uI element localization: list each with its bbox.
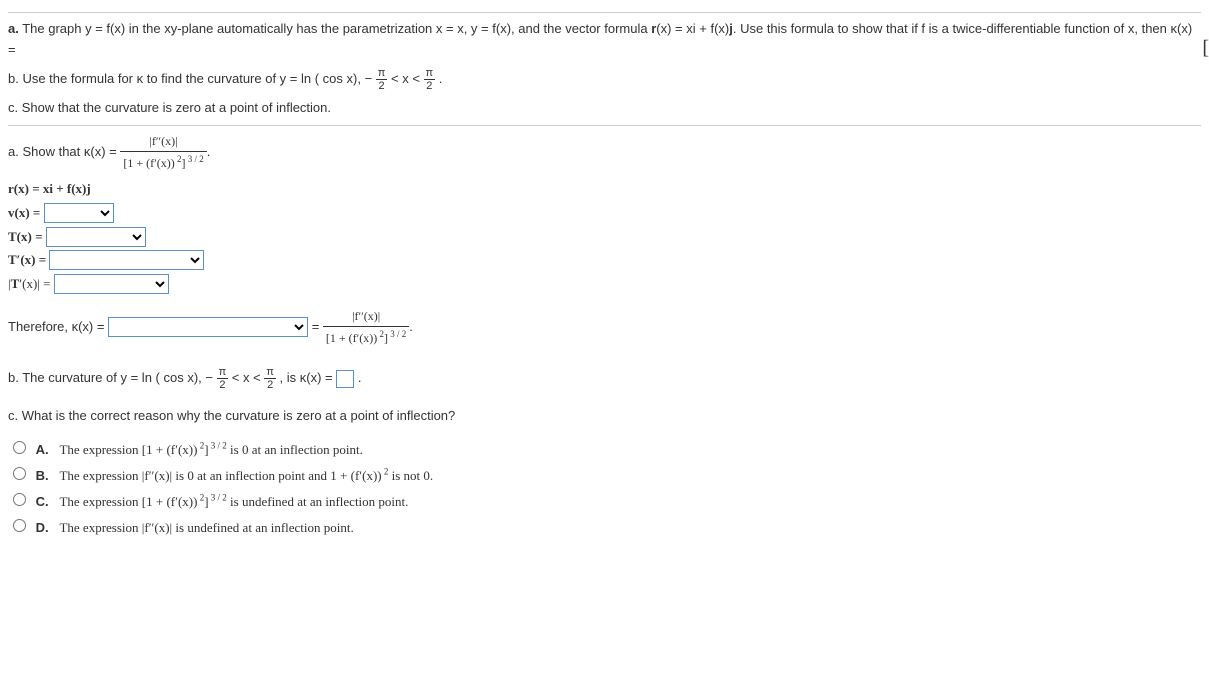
answer-box-b[interactable] (336, 370, 354, 388)
opt-d-text: The expression |f′′(x)| is undefined at … (59, 520, 353, 535)
opt-a-label: A. (36, 442, 49, 457)
intro-b-pre: b. Use the formula for κ to find the cur… (8, 71, 376, 86)
radio-a[interactable] (13, 441, 26, 454)
label-a: a. (8, 21, 19, 36)
frac-pi-2-3: π2 (217, 366, 229, 391)
therefore-line: Therefore, κ(x) = = |f′′(x)| [1 + (f′(x)… (8, 307, 1201, 348)
line-Tprime: T′(x) = (8, 250, 1201, 271)
intro-b-post: . (439, 71, 443, 86)
opt-b-text: The expression |f′′(x)| is 0 at an infle… (59, 468, 433, 483)
option-d-row: D. The expression |f′′(x)| is undefined … (8, 516, 1201, 539)
frac-pi-2-1: π2 (376, 67, 388, 92)
part-b-pre: b. The curvature of y = ln ( cos x), − (8, 370, 217, 385)
radio-b[interactable] (13, 467, 26, 480)
period2: . (409, 319, 413, 334)
option-b-row: B. The expression |f′′(x)| is 0 at an in… (8, 464, 1201, 487)
part-b-end: . (358, 370, 362, 385)
period: . (207, 144, 211, 159)
dropdown-T[interactable] (46, 227, 146, 247)
therefore-text: Therefore, κ(x) = (8, 319, 108, 334)
intro-a: a. The graph y = f(x) in the xy-plane au… (8, 19, 1201, 61)
line-T: T(x) = (8, 227, 1201, 248)
equals: = (312, 319, 323, 334)
option-c-row: C. The expression [1 + (f′(x)) 2] 3 / 2 … (8, 490, 1201, 513)
cutoff-bracket: [ (1202, 32, 1209, 64)
kappa-formula-2: |f′′(x)| [1 + (f′(x)) 2] 3 / 2 (323, 307, 409, 348)
radio-d[interactable] (13, 519, 26, 532)
opt-a-text: The expression [1 + (f′(x)) 2] 3 / 2 is … (59, 442, 362, 457)
line-v: v(x) = (8, 203, 1201, 224)
part-b: b. The curvature of y = ln ( cos x), − π… (8, 366, 1201, 391)
part-b-mid: < x < (232, 370, 265, 385)
dropdown-therefore[interactable] (108, 317, 308, 337)
options: A. The expression [1 + (f′(x)) 2] 3 / 2 … (8, 438, 1201, 538)
dropdown-v[interactable] (44, 203, 114, 223)
intro-b-mid: < x < (391, 71, 424, 86)
part-a-lead-text: a. Show that κ(x) = (8, 144, 120, 159)
opt-b-label: B. (36, 468, 49, 483)
opt-c-text: The expression [1 + (f′(x)) 2] 3 / 2 is … (59, 494, 408, 509)
intro-a-text: The graph y = f(x) in the xy-plane autom… (8, 21, 1192, 57)
option-a-row: A. The expression [1 + (f′(x)) 2] 3 / 2 … (8, 438, 1201, 461)
line-r: r(x) = xi + f(x)j (8, 179, 1201, 200)
line-Tprime-abs: |T′(x)| = (8, 274, 1201, 295)
intro-c: c. Show that the curvature is zero at a … (8, 98, 1201, 119)
opt-d-label: D. (36, 520, 49, 535)
dropdown-Tprime[interactable] (49, 250, 204, 270)
kappa-formula: |f′′(x)| [1 + (f′(x)) 2] 3 / 2 (120, 132, 206, 173)
part-a-lead: a. Show that κ(x) = |f′′(x)| [1 + (f′(x)… (8, 132, 1201, 173)
dropdown-Tprime-abs[interactable] (54, 274, 169, 294)
frac-pi-2-2: π2 (424, 67, 436, 92)
frac-pi-2-4: π2 (264, 366, 276, 391)
part-c-question: c. What is the correct reason why the cu… (8, 406, 1201, 427)
intro-b: b. Use the formula for κ to find the cur… (8, 67, 1201, 92)
opt-c-label: C. (36, 494, 49, 509)
radio-c[interactable] (13, 493, 26, 506)
part-b-post: , is κ(x) = (280, 370, 337, 385)
